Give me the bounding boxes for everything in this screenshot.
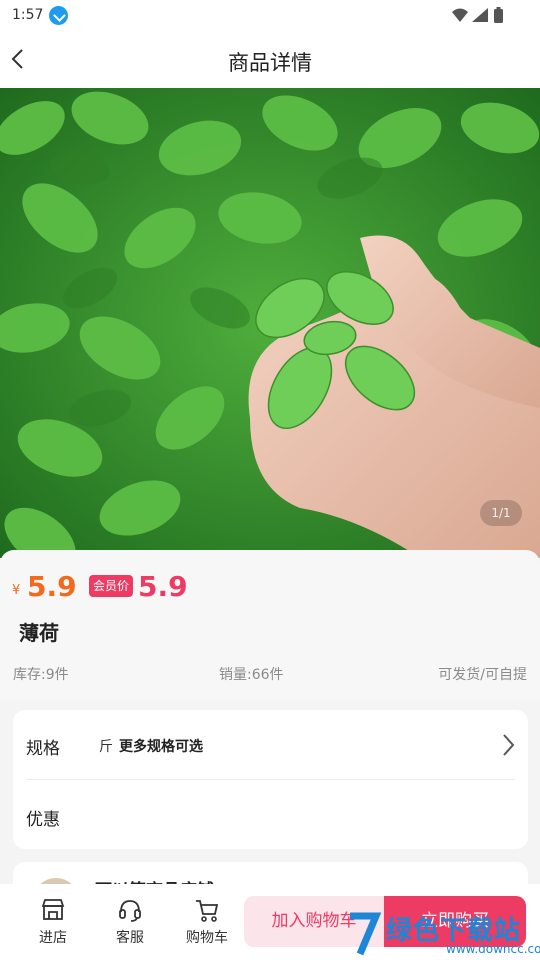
headset-icon: [119, 900, 141, 922]
member-price-badge: 会员价: [89, 575, 133, 597]
member-price: 5.9: [138, 570, 188, 603]
wifi-icon: [452, 8, 468, 22]
page-title: 商品详情: [228, 51, 312, 75]
spec-label: 规格: [26, 739, 60, 759]
cart-icon: [196, 900, 219, 922]
cart-label: 购物车: [186, 930, 228, 946]
spec-card: 规格 斤 更多规格可选 优惠: [13, 710, 528, 849]
product-price: 5.9: [27, 570, 77, 603]
sales-count: 销量:66件: [219, 667, 284, 683]
store-label: 进店: [39, 930, 67, 946]
store-tab[interactable]: 进店: [23, 896, 83, 952]
product-name: 薄荷: [19, 621, 59, 645]
currency-symbol: ¥: [12, 583, 21, 598]
promo-label[interactable]: 优惠: [26, 805, 60, 830]
divider: [26, 779, 515, 780]
status-bar: 1:57: [0, 0, 540, 32]
service-label: 客服: [116, 930, 144, 946]
status-time: 1:57: [12, 7, 44, 23]
product-image[interactable]: 1/1: [0, 88, 540, 558]
mint-leaves-image: [0, 88, 540, 558]
stock-count: 库存:9件: [13, 667, 69, 683]
signal-icon: [472, 8, 488, 22]
image-counter: 1/1: [480, 500, 522, 526]
spec-unit: 斤: [99, 739, 113, 755]
watermark-logo-icon: [350, 912, 382, 956]
delivery-options: 可发货/可自提: [438, 667, 527, 683]
status-icons: [450, 6, 530, 26]
service-tab[interactable]: 客服: [100, 896, 160, 952]
watermark: 绿色下载站 www.downcc.com: [346, 908, 540, 960]
download-icon: [49, 6, 68, 25]
cart-tab[interactable]: 购物车: [177, 896, 237, 952]
store-icon: [41, 899, 65, 920]
chevron-right-icon[interactable]: [500, 732, 518, 758]
nav-bar: 商品详情: [0, 32, 540, 88]
battery-icon: [494, 7, 503, 23]
watermark-url: www.downcc.com: [446, 942, 540, 956]
spec-more-options[interactable]: 更多规格可选: [119, 736, 203, 756]
